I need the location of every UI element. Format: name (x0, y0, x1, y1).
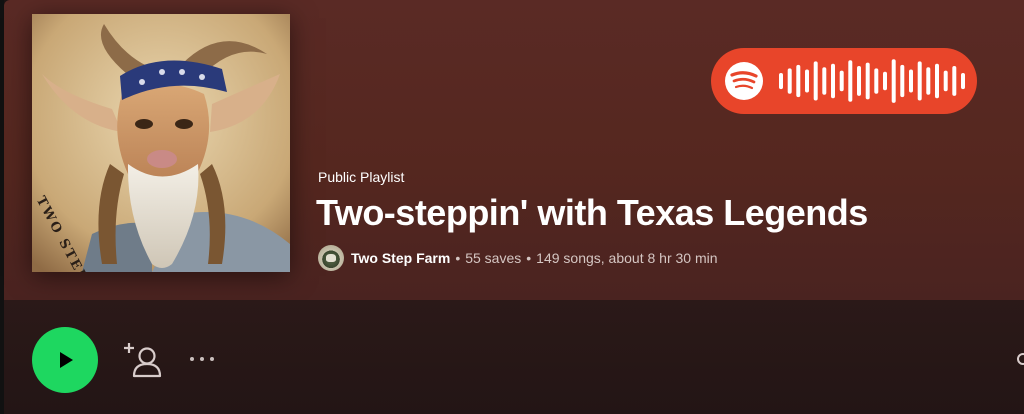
add-user-icon (124, 343, 162, 378)
code-bar (943, 70, 948, 92)
playlist-meta: Two Step Farm • 55 saves • 149 songs, ab… (318, 244, 718, 272)
separator-dot: • (526, 250, 532, 266)
code-bar (787, 68, 792, 94)
more-options-icon (190, 357, 194, 361)
more-options-button[interactable] (190, 348, 230, 370)
search-button[interactable] (1012, 350, 1024, 370)
saves-count: 55 saves (465, 250, 522, 266)
code-bar (822, 67, 827, 95)
playlist-type-label: Public Playlist (318, 169, 405, 185)
playlist-page: TWO STEP FARM Public Playlist Two-steppi… (0, 0, 1024, 414)
spotify-code-svg (725, 59, 965, 103)
spotify-logo-icon (725, 62, 763, 100)
code-bar (874, 68, 879, 94)
songs-duration: 149 songs, about 8 hr 30 min (536, 250, 718, 266)
search-icon (1017, 353, 1024, 365)
play-button[interactable] (32, 327, 98, 393)
separator-dot: • (455, 250, 461, 266)
code-bar (926, 67, 931, 95)
more-options-icon (200, 357, 204, 361)
spotify-code[interactable] (711, 48, 977, 114)
code-bar (952, 66, 957, 96)
play-icon (60, 352, 73, 368)
code-bar (865, 62, 870, 100)
code-bar (961, 73, 965, 90)
code-bar (909, 69, 913, 93)
code-bar (813, 61, 818, 101)
code-bar (848, 60, 853, 102)
playlist-cover-image[interactable]: TWO STEP FARM (32, 14, 290, 272)
code-bar (935, 63, 939, 99)
code-bar (796, 64, 801, 98)
more-options-icon (210, 357, 214, 361)
code-bar (857, 66, 861, 96)
code-bar (779, 73, 783, 90)
goat-portrait-artwork (32, 14, 290, 272)
playlist-title: Two-steppin' with Texas Legends (316, 192, 868, 233)
code-bar (900, 64, 905, 98)
code-bar (917, 61, 922, 101)
owner-link[interactable]: Two Step Farm (351, 250, 450, 266)
owner-avatar[interactable] (318, 245, 344, 271)
code-bar (883, 71, 887, 91)
code-bar (891, 59, 896, 103)
code-bar (831, 63, 835, 99)
follow-button[interactable] (122, 340, 166, 380)
code-bar (839, 70, 844, 92)
code-bar (805, 69, 809, 93)
code-bars (779, 59, 965, 103)
